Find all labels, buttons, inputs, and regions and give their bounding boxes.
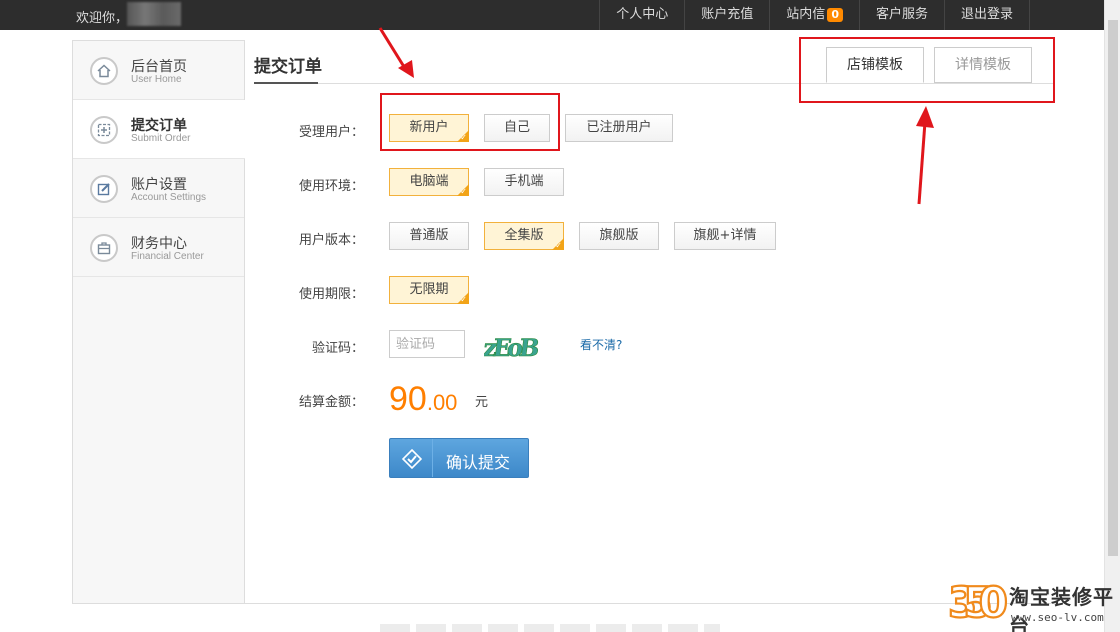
top-bar: 欢迎你， 个人中心 账户充值 站内信 0 客户服务 退出登录 (0, 0, 1104, 30)
term-label: 使用期限： (298, 287, 364, 302)
confirm-submit-button[interactable]: 确认提交 (389, 438, 529, 478)
sidebar-item-title: 账户设置 (131, 177, 187, 193)
option-flagship[interactable]: 旗舰版 (579, 222, 659, 250)
option-standard[interactable]: 普通版 (389, 222, 469, 250)
option-flagship-detail[interactable]: 旗舰+详情 (674, 222, 776, 250)
briefcase-icon (90, 234, 118, 262)
sidebar-item-home[interactable]: 后台首页 User Home (73, 41, 244, 100)
nav-recharge[interactable]: 账户充值 (684, 0, 769, 30)
watermark-logo: 350 淘宝装修平台 www.seo-lv.com (947, 573, 1117, 632)
vertical-scrollbar[interactable] (1104, 0, 1120, 632)
logo-url: www.seo-lv.com (1011, 611, 1104, 624)
sidebar-item-account-settings[interactable]: 账户设置 Account Settings (73, 159, 244, 218)
sidebar-item-subtitle: Account Settings (131, 192, 207, 203)
annotation-arrow-tabs (916, 106, 934, 205)
scrollbar-thumb[interactable] (1108, 20, 1118, 556)
title-underline (254, 82, 318, 84)
env-label: 使用环境： (298, 179, 364, 194)
amount-unit: 元 (475, 395, 489, 410)
user-label: 受理用户： (298, 125, 364, 140)
option-unlimited[interactable]: 无限期 (389, 276, 469, 305)
annotation-box-tabs (799, 37, 1055, 103)
nav-customer-service[interactable]: 客户服务 (858, 0, 944, 30)
top-nav: 个人中心 账户充值 站内信 0 客户服务 退出登录 (599, 0, 1030, 30)
sidebar-item-subtitle: User Home (131, 74, 182, 85)
welcome-text: 欢迎你， (76, 11, 129, 26)
captcha-image[interactable]: zEoB (484, 330, 546, 362)
option-registered-user[interactable]: 已注册用户 (565, 114, 673, 142)
nav-messages[interactable]: 站内信 0 (769, 0, 859, 30)
sidebar-item-title: 财务中心 (131, 236, 187, 252)
amount-label: 结算金额： (298, 395, 364, 410)
nav-personal-center[interactable]: 个人中心 (599, 0, 684, 30)
captcha-refresh-link[interactable]: 看不清? (580, 336, 622, 353)
submit-check-icon (402, 449, 422, 469)
footer-links-faded (380, 624, 720, 632)
sidebar-item-subtitle: Submit Order (131, 133, 191, 144)
edit-icon (90, 175, 118, 203)
submit-order-icon (90, 116, 118, 144)
sidebar-item-submit-order[interactable]: 提交订单 Submit Order (73, 100, 245, 159)
sidebar-item-title: 提交订单 (131, 118, 187, 134)
annotation-arrow-user (378, 27, 414, 78)
page-title: 提交订单 (254, 57, 322, 77)
captcha-text: zEoB (484, 333, 542, 362)
captcha-input[interactable] (389, 330, 465, 358)
sidebar-item-financial-center[interactable]: 财务中心 Financial Center (73, 218, 244, 277)
username-blurred (127, 2, 181, 26)
nav-logout[interactable]: 退出登录 (943, 0, 1030, 30)
submit-label: 确认提交 (446, 455, 511, 472)
amount-integer: 90 (389, 380, 427, 418)
logo-text: 淘宝装修平台 (1009, 585, 1114, 632)
annotation-box-user (380, 93, 560, 151)
nav-messages-label: 站内信 (786, 7, 826, 22)
option-full[interactable]: 全集版 (484, 222, 564, 251)
footer-divider (72, 603, 1052, 604)
amount-decimal: .00 (426, 390, 458, 415)
submit-divider (432, 439, 433, 477)
version-label: 用户版本： (298, 233, 364, 248)
logo-number-text: 350 (948, 578, 1008, 625)
amount-value: 90.00 (389, 380, 457, 419)
sidebar-item-subtitle: Financial Center (131, 251, 204, 262)
message-count-badge: 0 (827, 8, 843, 22)
sidebar: 后台首页 User Home 提交订单 Submit Order 账户设置 Ac… (72, 40, 245, 604)
home-icon (90, 57, 118, 85)
option-pc[interactable]: 电脑端 (389, 168, 469, 197)
option-mobile[interactable]: 手机端 (484, 168, 564, 196)
captcha-label: 验证码： (311, 341, 364, 356)
logo-number: 350 (947, 577, 1009, 625)
sidebar-item-title: 后台首页 (131, 59, 187, 75)
